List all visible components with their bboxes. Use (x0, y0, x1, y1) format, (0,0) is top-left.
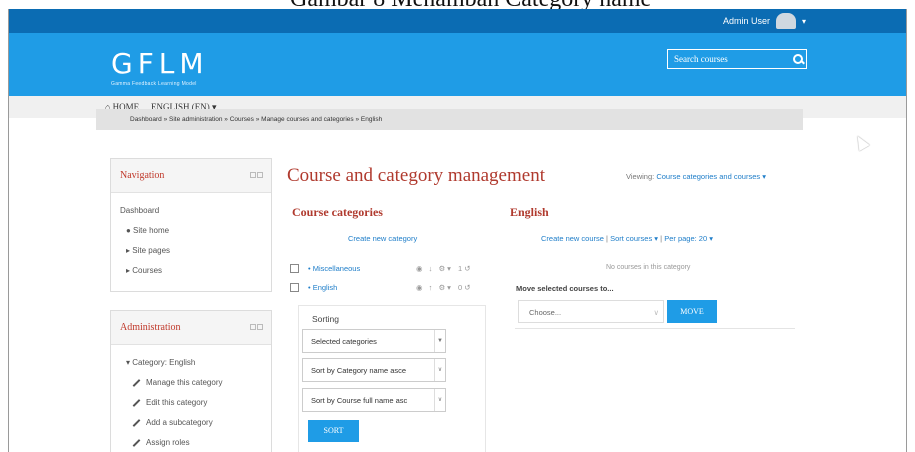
top-bar: Admin User ▾ (9, 9, 906, 33)
create-new-course-link[interactable]: Create new course (541, 234, 604, 243)
category-course-count: 1 ↺ (458, 264, 471, 273)
course-sort-select[interactable]: Sort by Course full name asc ∨ (302, 388, 446, 412)
chevron-down-icon[interactable]: ∨ (434, 389, 445, 411)
search-courses-input[interactable]: Search courses (667, 49, 807, 69)
administration-block: Administration ▾ Category: English Manag… (110, 310, 272, 452)
collapse-icon[interactable] (257, 172, 263, 178)
nav-item-site-home[interactable]: ● Site home (120, 221, 262, 241)
nav-item-courses[interactable]: ▸ Courses (120, 261, 262, 281)
admin-item-manage-category[interactable]: Manage this category (120, 373, 262, 393)
viewing-mode-link[interactable]: Course categories and courses ▾ (656, 172, 766, 181)
navigation-block: Navigation Dashboard ● Site home ▸ Site … (110, 158, 272, 292)
navigation-block-body: Dashboard ● Site home ▸ Site pages ▸ Cou… (111, 193, 271, 289)
no-courses-message: No courses in this category (606, 264, 691, 271)
separator: | (606, 234, 608, 243)
english-category-heading: English (510, 205, 549, 219)
mouse-cursor-icon (852, 132, 870, 152)
per-page-menu[interactable]: Per page: 20 ▾ (664, 234, 713, 243)
roles-icon (132, 439, 141, 447)
site-banner: GFLM Gamma Feedback Learning Model Searc… (9, 33, 906, 96)
site-logo[interactable]: GFLM (111, 47, 209, 80)
user-menu-caret-icon[interactable]: ▾ (802, 17, 806, 26)
chevron-down-icon[interactable]: ∨ (654, 308, 660, 317)
category-name-link[interactable]: • Miscellaneous (308, 264, 360, 273)
sorting-label: Sorting (312, 314, 339, 324)
site-logo-subtitle: Gamma Feedback Learning Model (111, 81, 197, 87)
user-name[interactable]: Admin User (723, 16, 770, 26)
category-action-icons[interactable]: ◉ ↓ ⚙▾ (416, 264, 453, 273)
user-menu[interactable]: Admin User ▾ (723, 13, 806, 29)
sort-courses-menu[interactable]: Sort courses ▾ (610, 234, 658, 243)
administration-block-title: Administration (120, 322, 181, 333)
collapse-icon[interactable] (257, 324, 263, 330)
sort-scope-select[interactable]: Selected categories ▼ (302, 329, 446, 353)
admin-category-node[interactable]: ▾ Category: English (120, 353, 262, 373)
dock-icon[interactable] (250, 324, 256, 330)
navigation-block-header: Navigation (111, 159, 271, 193)
category-name-link[interactable]: • English (308, 283, 337, 292)
create-new-category-link[interactable]: Create new category (348, 234, 417, 243)
subcategory-icon (132, 419, 141, 427)
avatar[interactable] (775, 13, 796, 29)
chevron-down-icon[interactable]: ▼ (434, 330, 445, 352)
category-checkbox[interactable] (290, 283, 299, 292)
block-dock-controls[interactable] (250, 324, 263, 330)
admin-item-add-subcategory[interactable]: Add a subcategory (120, 413, 262, 433)
viewing-label: Viewing: (626, 172, 655, 181)
search-placeholder[interactable]: Search courses (674, 54, 790, 64)
breadcrumb: Dashboard » Site administration » Course… (96, 109, 803, 130)
category-row: • Miscellaneous ◉ ↓ ⚙▾ 1 ↺ (290, 262, 490, 278)
separator: | (660, 234, 663, 243)
sort-button[interactable]: SORT (308, 420, 359, 442)
nav-item-site-pages[interactable]: ▸ Site pages (120, 241, 262, 261)
category-action-icons[interactable]: ◉ ↑ ⚙▾ (416, 283, 453, 292)
category-sort-select[interactable]: Sort by Category name asce ∨ (302, 358, 446, 382)
admin-item-assign-roles[interactable]: Assign roles (120, 433, 262, 452)
move-button[interactable]: MOVE (667, 300, 717, 323)
administration-block-body: ▾ Category: English Manage this category… (111, 345, 271, 452)
navigation-block-title: Navigation (120, 170, 165, 181)
move-courses-label: Move selected courses to... (516, 284, 614, 293)
breadcrumb-text[interactable]: Dashboard » Site administration » Course… (130, 116, 382, 123)
move-target-value[interactable]: Choose... (529, 308, 561, 317)
nav-item-dashboard[interactable]: Dashboard (120, 201, 262, 221)
course-categories-heading: Course categories (292, 205, 383, 219)
move-target-select[interactable]: Choose... ∨ (518, 300, 664, 323)
category-course-count: 0 ↺ (458, 283, 471, 292)
page-title: Course and category management (287, 165, 545, 186)
chevron-down-icon[interactable]: ∨ (434, 359, 445, 381)
search-icon[interactable] (790, 52, 806, 66)
admin-item-edit-category[interactable]: Edit this category (120, 393, 262, 413)
pencil-icon (132, 379, 141, 387)
divider (515, 328, 795, 329)
viewing-selector[interactable]: Viewing: Course categories and courses ▾ (626, 172, 766, 181)
category-row: • English ◉ ↑ ⚙▾ 0 ↺ (290, 281, 490, 297)
administration-block-header: Administration (111, 311, 271, 345)
category-checkbox[interactable] (290, 264, 299, 273)
block-dock-controls[interactable] (250, 172, 263, 178)
dock-icon[interactable] (250, 172, 256, 178)
course-listing-actions: Create new course | Sort courses ▾ | Per… (541, 234, 713, 243)
pencil-icon (132, 399, 141, 407)
